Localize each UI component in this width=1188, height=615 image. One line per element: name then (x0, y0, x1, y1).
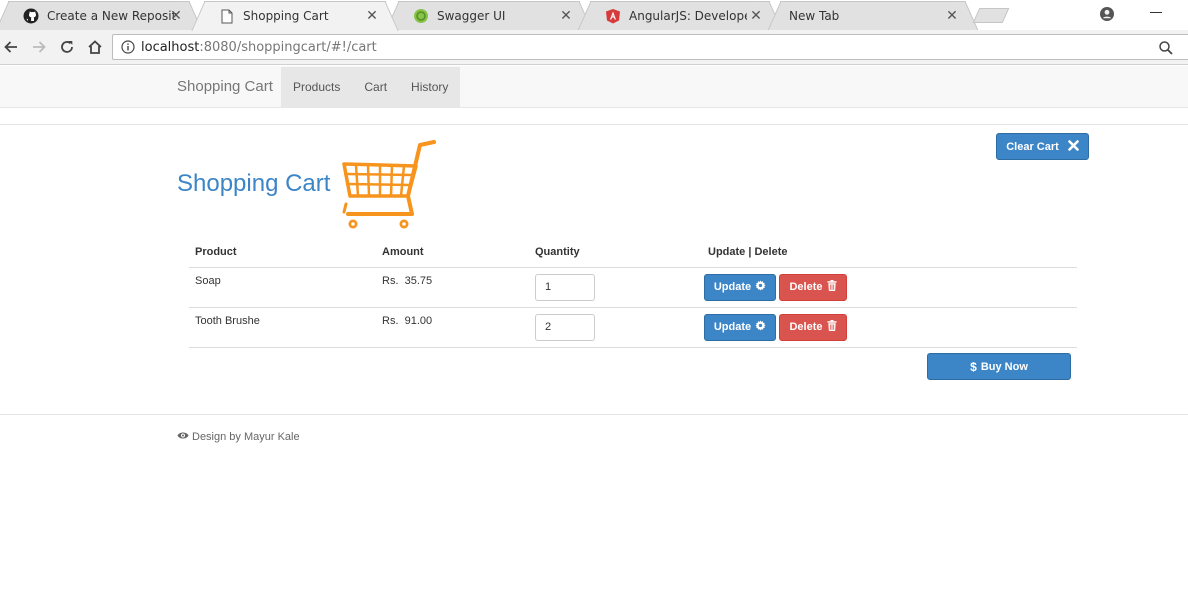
page-title: Shopping Cart (177, 170, 331, 197)
update-label: Update (713, 321, 752, 333)
divider (0, 414, 1188, 415)
delete-button[interactable]: Delete (779, 273, 847, 301)
quantity-input[interactable] (535, 273, 595, 301)
nav-item-cart[interactable]: Cart (352, 67, 399, 107)
tab-title: New Tab (789, 9, 840, 23)
delete-label: Delete (789, 281, 823, 293)
table-row: Tooth Brushe Rs. 91.00 Update Delete (189, 307, 1077, 348)
app-navbar: Shopping Cart Products Cart History (0, 66, 1188, 108)
column-header-quantity: Quantity (529, 238, 702, 268)
actions-cell: Update Delete (702, 267, 1077, 308)
navbar-brand[interactable]: Shopping Cart (177, 78, 273, 95)
close-icon[interactable]: ✕ (365, 9, 379, 23)
minimize-window-button[interactable] (1150, 12, 1162, 13)
back-arrow-icon[interactable] (2, 38, 20, 56)
trash-icon (827, 280, 837, 294)
reload-icon[interactable] (58, 38, 76, 56)
gear-icon (755, 280, 766, 294)
browser-tab-shopping-cart[interactable]: Shopping Cart ✕ (204, 1, 386, 30)
gear-icon (755, 320, 766, 334)
close-icon[interactable]: ✕ (559, 9, 573, 23)
home-icon[interactable] (86, 38, 104, 56)
actions-cell: Update Delete (702, 307, 1077, 348)
cart-table: Product Amount Quantity Update | Delete … (189, 238, 1077, 348)
tab-title: AngularJS: Developer Gu (629, 9, 747, 23)
browser-tab-swagger[interactable]: Swagger UI ✕ (398, 1, 580, 30)
angular-icon (605, 8, 621, 24)
product-name: Tooth Brushe (189, 307, 376, 348)
github-icon (23, 8, 39, 24)
close-icon (1067, 139, 1079, 154)
product-name: Soap (189, 267, 376, 308)
column-header-actions: Update | Delete (702, 238, 1077, 268)
delete-label: Delete (789, 321, 823, 333)
update-button[interactable]: Update (704, 313, 776, 341)
close-icon[interactable]: ✕ (945, 9, 959, 23)
clear-cart-label: Clear Cart (1006, 140, 1059, 153)
quantity-cell (529, 267, 702, 308)
browser-tabstrip: Create a New Repository ✕ Shopping Cart … (0, 0, 1188, 30)
quantity-cell (529, 307, 702, 348)
close-icon[interactable]: ✕ (749, 9, 763, 23)
table-row: Soap Rs. 35.75 Update Delete (189, 267, 1077, 308)
update-button[interactable]: Update (704, 273, 776, 301)
divider (0, 124, 1188, 125)
quantity-input[interactable] (535, 313, 595, 341)
page-icon (219, 8, 235, 24)
dollar-icon: $ (970, 359, 977, 374)
browser-tab-create-repository[interactable]: Create a New Repository ✕ (8, 1, 190, 30)
column-header-amount: Amount (376, 238, 529, 268)
shopping-cart-icon (338, 138, 438, 231)
product-amount: Rs. 35.75 (376, 267, 529, 308)
new-tab-button[interactable] (972, 8, 1010, 23)
table-header-row: Product Amount Quantity Update | Delete (189, 238, 1077, 268)
delete-button[interactable]: Delete (779, 313, 847, 341)
column-header-product: Product (189, 238, 376, 268)
buy-now-label: Buy Now (980, 360, 1028, 373)
close-icon[interactable]: ✕ (169, 9, 183, 23)
url-host: localhost (141, 40, 200, 55)
url-text: localhost:8080/shoppingcart/#!/cart (141, 40, 377, 55)
swagger-icon (413, 8, 429, 24)
browser-tab-angularjs[interactable]: AngularJS: Developer Gu ✕ (590, 1, 770, 30)
browser-tab-new-tab[interactable]: New Tab ✕ (780, 1, 966, 30)
tab-title: Swagger UI (437, 9, 506, 23)
tab-title: Create a New Repository (47, 9, 177, 23)
buy-now-button[interactable]: $ Buy Now (927, 353, 1071, 380)
browser-toolbar: localhost:8080/shoppingcart/#!/cart (0, 30, 1188, 65)
clear-cart-button[interactable]: Clear Cart (996, 133, 1089, 160)
nav-item-products[interactable]: Products (281, 67, 352, 107)
update-label: Update (713, 281, 752, 293)
nav-item-history[interactable]: History (399, 67, 460, 107)
address-bar[interactable]: localhost:8080/shoppingcart/#!/cart (112, 34, 1188, 60)
product-amount: Rs. 91.00 (376, 307, 529, 348)
footer: Design by Mayur Kale (177, 431, 300, 443)
forward-arrow-icon[interactable] (30, 38, 48, 56)
navbar-items: Products Cart History (281, 67, 461, 107)
trash-icon (827, 320, 837, 334)
profile-icon[interactable] (1099, 6, 1115, 22)
tab-title: Shopping Cart (243, 9, 329, 23)
url-path: :8080/shoppingcart/#!/cart (199, 40, 377, 55)
eye-icon (177, 431, 189, 443)
zoom-icon[interactable] (1158, 40, 1174, 56)
info-icon[interactable] (121, 40, 135, 54)
footer-text: Design by Mayur Kale (192, 431, 300, 443)
